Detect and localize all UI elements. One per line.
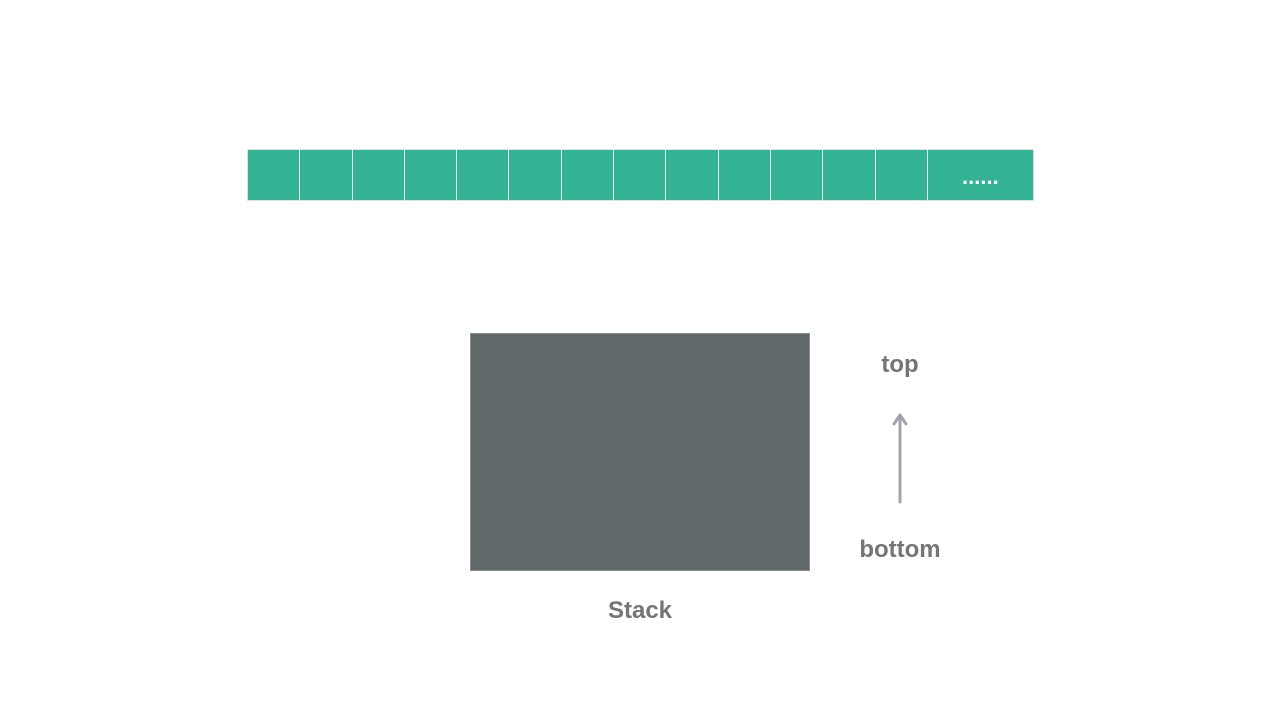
array-cell bbox=[614, 150, 667, 200]
array-cell bbox=[352, 150, 405, 200]
diagram-canvas: ...... Stack top bottom bbox=[0, 0, 1280, 720]
stack-box bbox=[470, 333, 810, 571]
array-row: ...... bbox=[247, 149, 1034, 201]
array-cell bbox=[457, 150, 510, 200]
stack-caption: Stack bbox=[607, 597, 673, 624]
arrow-up-icon bbox=[892, 413, 908, 504]
bottom-label: bottom bbox=[859, 536, 941, 563]
array-continuation-cell: ...... bbox=[927, 150, 1033, 200]
continuation-label: ...... bbox=[962, 164, 999, 189]
array-cell bbox=[248, 150, 301, 200]
array-cell bbox=[561, 150, 615, 200]
array-cell bbox=[770, 150, 824, 200]
array-cell bbox=[300, 150, 353, 200]
array-cell bbox=[875, 150, 928, 200]
array-cell bbox=[509, 150, 562, 200]
array-cell bbox=[666, 150, 719, 200]
array-cell bbox=[823, 150, 876, 200]
top-label: top bbox=[881, 351, 919, 378]
array-cell bbox=[404, 150, 458, 200]
array-cell bbox=[718, 150, 771, 200]
